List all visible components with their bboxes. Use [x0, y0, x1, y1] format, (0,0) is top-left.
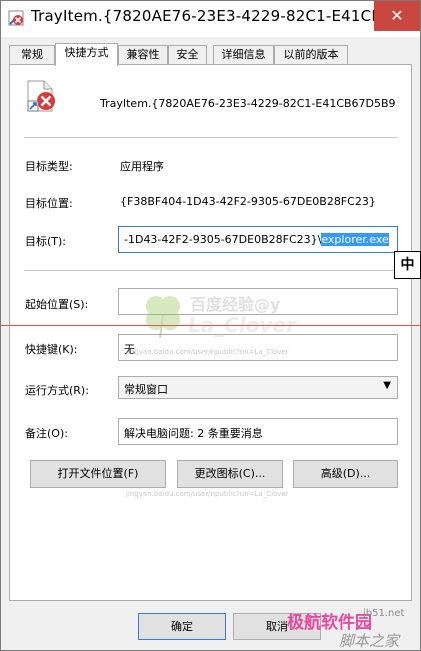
run-select-value: 常规窗口 — [124, 383, 168, 396]
change-icon-button[interactable]: 更改图标(C)... — [177, 460, 283, 488]
shortcut-icon — [8, 10, 24, 26]
site-watermark-cn: 脚本之家 — [339, 632, 400, 650]
advanced-button[interactable]: 高级(D)... — [293, 460, 398, 488]
comment-label: 备注(O): — [25, 427, 68, 440]
run-label: 运行方式(R): — [25, 384, 89, 397]
target-input[interactable]: -1D43-42F2-9305-67DE0B28FC23}\explorer.e… — [118, 226, 398, 253]
shortcut-panel: TrayItem.{7820AE76-23E3-4229-82C1-E41CB6… — [9, 64, 412, 601]
target-type-label: 目标类型: — [25, 160, 73, 173]
tab-shortcut[interactable]: 快捷方式 — [55, 43, 118, 66]
start-in-label: 起始位置(S): — [25, 298, 89, 311]
separator — [24, 137, 398, 138]
ime-indicator[interactable]: 中 — [394, 251, 421, 279]
separator — [24, 270, 398, 271]
tab-strip: 常规 快捷方式 兼容性 安全 详细信息 以前的版本 — [9, 43, 411, 66]
red-guide-line — [0, 325, 421, 326]
watermark-url-lower: jingyan.baidu.com/user/npublic?un=La_Clo… — [126, 490, 289, 498]
clover-watermark — [146, 296, 180, 339]
ok-button[interactable]: 确定 — [138, 613, 226, 640]
tab-compatibility[interactable]: 兼容性 — [118, 45, 168, 65]
site-watermark: 极航软件园 jb51.net 脚本之家 — [287, 608, 421, 651]
comment-input[interactable]: 解决电脑问题: 2 条重要消息 — [118, 418, 398, 445]
target-selected-text: explorer.exe — [321, 233, 389, 246]
file-shortcut-icon — [27, 80, 55, 112]
target-type-value: 应用程序 — [120, 160, 164, 173]
tab-details[interactable]: 详细信息 — [213, 45, 274, 65]
site-watermark-url: jb51.net — [363, 608, 405, 619]
target-label: 目标(T): — [25, 235, 67, 248]
target-text: -1D43-42F2-9305-67DE0B28FC23}\ — [124, 233, 322, 246]
shortcut-name: TrayItem.{7820AE76-23E3-4229-82C1-E41CB6… — [100, 97, 396, 110]
hotkey-label: 快捷键(K): — [25, 343, 78, 356]
tab-general[interactable]: 常规 — [9, 45, 55, 65]
target-location-value: {F38BF404-1D43-42F2-9305-67DE0B28FC23} — [120, 195, 376, 208]
close-button[interactable]: ✕ — [374, 1, 420, 31]
close-icon: ✕ — [390, 6, 404, 25]
open-file-location-button[interactable]: 打开文件位置(F) — [30, 460, 166, 488]
window-title: TrayItem.{7820AE76-23E3-4229-82C1-E41CB6… — [31, 7, 417, 25]
watermark-title: 百度经验@y — [190, 295, 281, 314]
title-bar[interactable]: TrayItem.{7820AE76-23E3-4229-82C1-E41CB6… — [1, 1, 420, 37]
tab-security[interactable]: 安全 — [168, 45, 207, 65]
run-select[interactable]: 常规窗口 ▼ — [118, 376, 398, 399]
target-location-label: 目标位置: — [25, 197, 73, 210]
watermark-url: jingyan.baidu.com/user/npublic?un=La_Clo… — [126, 348, 289, 356]
tab-previous-versions[interactable]: 以前的版本 — [274, 45, 348, 65]
chevron-down-icon: ▼ — [383, 380, 391, 391]
